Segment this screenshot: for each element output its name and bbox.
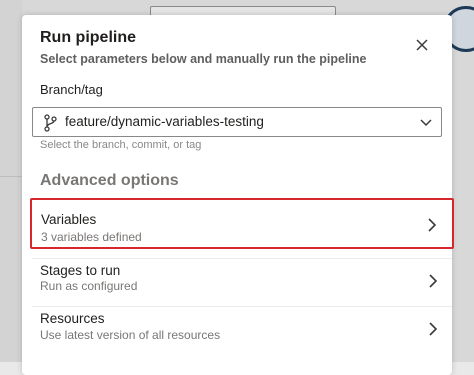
background-sidebar	[0, 0, 22, 362]
branch-tag-select[interactable]: feature/dynamic-variables-testing	[32, 107, 442, 137]
resources-option[interactable]: Resources Use latest version of all reso…	[32, 306, 452, 354]
panel-subtitle: Select parameters below and manually run…	[40, 52, 367, 66]
background-divider	[0, 176, 22, 177]
option-title: Resources	[40, 311, 105, 326]
option-subtitle: Use latest version of all resources	[40, 328, 221, 342]
chevron-right-icon	[429, 322, 438, 336]
chevron-down-icon	[420, 119, 432, 127]
run-pipeline-panel: Run pipeline Select parameters below and…	[22, 15, 454, 375]
variables-option[interactable]: Variables 3 variables defined	[30, 198, 454, 249]
git-branch-icon	[44, 114, 57, 132]
chevron-right-icon	[428, 218, 437, 232]
close-button[interactable]	[411, 34, 433, 56]
panel-title: Run pipeline	[40, 29, 136, 46]
stages-to-run-option[interactable]: Stages to run Run as configured	[32, 258, 452, 306]
option-subtitle: Run as configured	[40, 279, 138, 293]
branch-help-text: Select the branch, commit, or tag	[40, 139, 202, 151]
option-subtitle: 3 variables defined	[41, 230, 142, 244]
chevron-right-icon	[429, 274, 438, 288]
option-title: Variables	[41, 212, 97, 227]
branch-tag-value: feature/dynamic-variables-testing	[65, 114, 264, 129]
option-title: Stages to run	[40, 263, 121, 278]
close-icon	[416, 39, 428, 51]
advanced-options-heading: Advanced options	[40, 172, 179, 189]
branch-tag-label: Branch/tag	[40, 82, 103, 97]
